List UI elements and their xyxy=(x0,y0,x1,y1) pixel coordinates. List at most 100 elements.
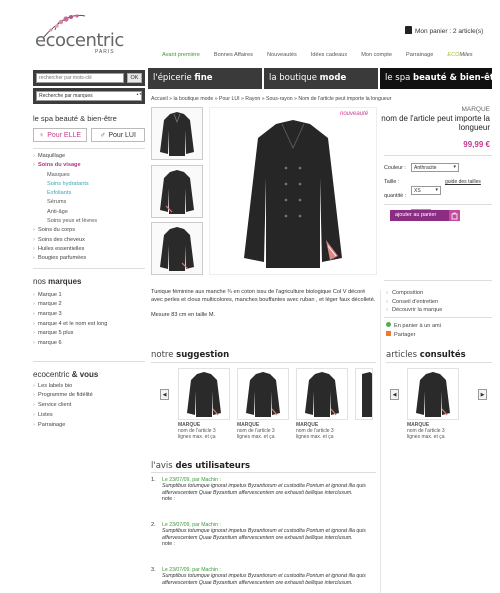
review-number: 1. xyxy=(151,477,156,483)
info-links: Composition Conseil d'entretien Découvri… xyxy=(386,289,442,315)
subcategory-item[interactable]: Anti-âge xyxy=(33,208,145,217)
category-item[interactable]: Bougies parfumées xyxy=(33,254,145,264)
pour-lui-button[interactable]: ♂ Pour LUI xyxy=(91,128,145,142)
nav-mon-compte[interactable]: Mon compte xyxy=(354,52,399,58)
jacket-main-image xyxy=(244,120,342,268)
sidebar-heading: le spa beauté & bien-être xyxy=(33,114,117,123)
add-to-cart-label: ajouter au panier xyxy=(395,212,437,218)
nav-nouveautes[interactable]: Nouveautés xyxy=(260,52,304,58)
review-body: Sumptibus totumque ignorat impetus Byzan… xyxy=(162,573,366,586)
nav-avant-premiere[interactable]: Avant première xyxy=(155,52,207,58)
card-name: nom de l'article 3 lignes max. et ça xyxy=(296,428,334,440)
jacket-thumbnail-image xyxy=(160,170,194,214)
review-body: Sumptibus totumque ignorat impetus Byzan… xyxy=(162,528,366,541)
category-list: Maquillage Soins du visage Masques Soins… xyxy=(33,148,145,264)
add-to-cart-button[interactable]: ajouter au panier xyxy=(390,210,460,221)
product-thumbnail[interactable] xyxy=(151,165,203,218)
subcategory-item[interactable]: Sérums xyxy=(33,198,145,207)
brand-item[interactable]: Marque 1 xyxy=(33,291,145,301)
male-icon: ♂ xyxy=(100,131,106,139)
brand-item[interactable]: marque 2 xyxy=(33,300,145,310)
review-note: note : xyxy=(162,541,175,548)
vous-item[interactable]: Service client xyxy=(33,401,145,411)
banner-spa[interactable]: le spa beauté & bien-être xyxy=(380,68,492,89)
banner-epicerie[interactable]: l'épicerie fine xyxy=(148,68,262,89)
suggestion-heading-light: notre xyxy=(151,350,177,360)
nav-ecomiles[interactable]: ECOMiles xyxy=(440,52,479,58)
banner-epicerie-bold: fine xyxy=(194,73,213,83)
product-description: Tunique féminine aux manche ¾ en coton i… xyxy=(151,289,376,319)
pour-lui-label: Pour LUI xyxy=(108,131,136,139)
suggestion-heading-bold: suggestion xyxy=(176,350,230,360)
category-item[interactable]: Soins du corps xyxy=(33,226,145,236)
search-ok-button[interactable]: OK xyxy=(127,73,142,83)
subcategory-item[interactable]: Masques xyxy=(33,171,145,180)
suggestion-heading: notre suggestion xyxy=(151,350,229,360)
card-name: nom de l'article 3 lignes max. et ça xyxy=(178,428,216,440)
brand-item[interactable]: marque 3 xyxy=(33,310,145,320)
brand-item[interactable]: marque 6 xyxy=(33,339,145,349)
partial-image xyxy=(362,372,372,417)
cart-link[interactable]: Mon panier : 2 article(s) xyxy=(405,26,483,35)
composition-link[interactable]: Composition xyxy=(386,289,442,298)
banner-mode[interactable]: la boutique mode xyxy=(264,68,378,89)
card-name: nom de l'article 3 lignes max. et ça xyxy=(407,428,445,440)
product-thumbnail[interactable] xyxy=(151,222,203,275)
category-item[interactable]: Huiles essentielles xyxy=(33,245,145,255)
suggestion-image xyxy=(296,368,348,420)
divider xyxy=(33,267,145,269)
logo[interactable]: ecocentric PARIS xyxy=(33,12,143,55)
review-item: 3. Le 23/07/09, par Machin : Sumptibus t… xyxy=(151,567,376,586)
description-text: Tunique féminine aux manche ¾ en coton i… xyxy=(151,289,376,303)
prev-arrow-button[interactable]: ◀ xyxy=(160,389,169,400)
top-nav: Avant première Bonnes Affaires Nouveauté… xyxy=(155,52,480,58)
color-select[interactable]: Anthracite xyxy=(411,163,459,172)
pour-elle-button[interactable]: ♀ Pour ELLE xyxy=(33,128,87,142)
product-brand[interactable]: MARQUE xyxy=(380,106,490,113)
vous-list: Les labels bio Programme de fidélité Ser… xyxy=(33,382,145,431)
consulted-image xyxy=(407,368,459,420)
female-icon: ♀ xyxy=(38,131,45,139)
prev-arrow-button[interactable]: ◀ xyxy=(390,389,399,400)
entretien-link[interactable]: Conseil d'entretien xyxy=(386,298,442,307)
brand-select[interactable]: Recherche par marques xyxy=(36,91,142,101)
category-item[interactable]: Maquillage xyxy=(33,152,145,162)
vous-item[interactable]: Programme de fidélité xyxy=(33,391,145,401)
measure-text: Mesure 83 cm en taille M. xyxy=(151,311,216,318)
vous-item[interactable]: Les labels bio xyxy=(33,382,145,392)
nav-parrainage[interactable]: Parrainage xyxy=(399,52,440,58)
suggestion-card-partial[interactable] xyxy=(355,368,373,420)
product-thumbnail[interactable] xyxy=(151,107,203,160)
size-guide-link[interactable]: guide des tailles xyxy=(445,179,481,185)
search-input[interactable] xyxy=(36,73,124,83)
brand-item[interactable]: marque 5 plus xyxy=(33,329,145,339)
divider xyxy=(151,362,376,363)
send-to-friend-label: En panier à un ami xyxy=(394,323,441,329)
product-main-image[interactable] xyxy=(209,107,377,275)
suggestion-card[interactable]: MARQUE nom de l'article 3 lignes max. et… xyxy=(296,368,348,440)
consulted-card[interactable]: MARQUE nom de l'article 3 lignes max. et… xyxy=(407,368,459,440)
breadcrumb[interactable]: Accueil » la boutique mode » Pour LUI » … xyxy=(151,96,391,102)
share-link[interactable]: Partager xyxy=(386,331,415,338)
brand-item[interactable]: marque 4 et le nom est long xyxy=(33,320,145,330)
size-select[interactable]: XS xyxy=(411,186,441,195)
nav-bonnes-affaires[interactable]: Bonnes Affaires xyxy=(207,52,260,58)
subcategory-item[interactable]: Soins yeux et lèvres xyxy=(33,217,145,226)
subcategory-item[interactable]: Soins hydratants xyxy=(33,180,145,189)
review-body: Sumptibus totumque ignorat impetus Byzan… xyxy=(162,483,366,496)
arrow-left-icon: ◀ xyxy=(392,391,397,398)
category-item[interactable]: Soins des cheveux xyxy=(33,236,145,246)
vous-item[interactable]: Listes xyxy=(33,411,145,421)
suggestion-card[interactable]: MARQUE nom de l'article 3 lignes max. et… xyxy=(237,368,289,440)
subcategory-item[interactable]: Exfoliants xyxy=(33,189,145,198)
send-to-friend-link[interactable]: En panier à un ami xyxy=(386,322,441,329)
nav-idees-cadeaux[interactable]: Idées cadeaux xyxy=(304,52,354,58)
review-item: 2. Le 23/07/09, par Machin : Sumptibus t… xyxy=(151,522,376,548)
brand-link[interactable]: Découvrir la marque xyxy=(386,306,442,315)
suggestion-card[interactable]: MARQUE nom de l'article 3 lignes max. et… xyxy=(178,368,230,440)
next-arrow-button[interactable]: ▶ xyxy=(478,389,487,400)
divider xyxy=(384,204,492,205)
vous-item[interactable]: Parrainage xyxy=(33,421,145,431)
category-item-open[interactable]: Soins du visage xyxy=(33,161,145,171)
reviews-heading: l'avis des utilisateurs xyxy=(151,461,250,471)
